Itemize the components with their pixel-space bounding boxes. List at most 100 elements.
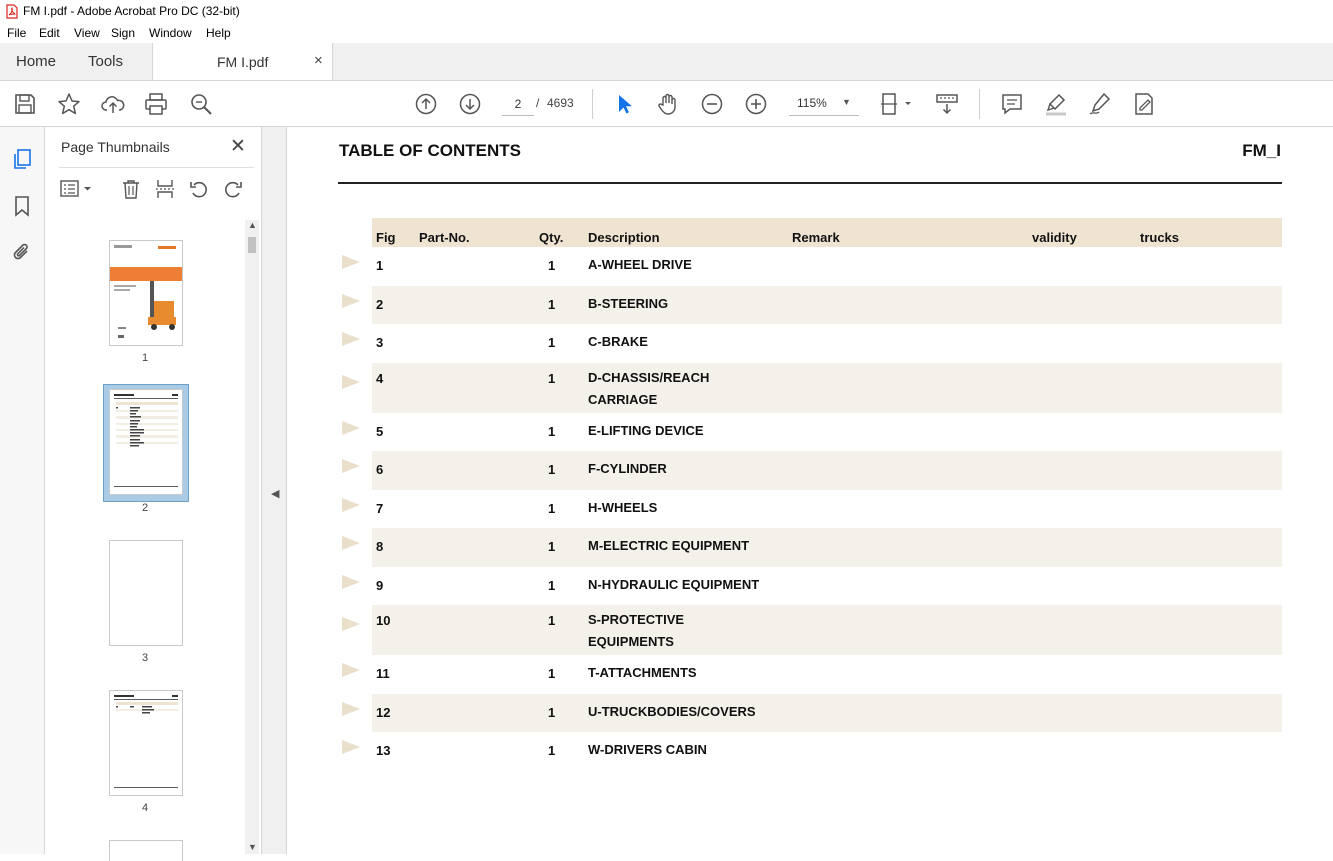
select-cursor-icon[interactable] bbox=[611, 91, 637, 117]
close-tab-icon[interactable]: × bbox=[314, 52, 323, 69]
rotate-right-icon[interactable] bbox=[222, 178, 244, 200]
delete-page-icon[interactable] bbox=[120, 178, 142, 200]
bookmarks-icon[interactable] bbox=[10, 194, 34, 218]
thumbnail-label: 1 bbox=[141, 352, 149, 364]
page-thumbnail-1[interactable] bbox=[109, 240, 183, 346]
menu-edit[interactable]: Edit bbox=[39, 26, 60, 40]
collapse-panel-icon[interactable]: ◀ bbox=[271, 487, 279, 500]
main-toolbar: / 4693 115% ▼ bbox=[0, 81, 1333, 127]
tab-tools[interactable]: Tools bbox=[88, 53, 123, 70]
row-description: D-CHASSIS/REACH CARRIAGE bbox=[588, 367, 788, 411]
toc-row[interactable]: 4 1 D-CHASSIS/REACH CARRIAGE bbox=[287, 362, 1333, 413]
print-icon[interactable] bbox=[143, 91, 169, 117]
row-link-arrow-icon[interactable] bbox=[342, 617, 360, 631]
toc-row[interactable]: 5 1 E-LIFTING DEVICE bbox=[287, 413, 1333, 452]
toc-row[interactable]: 3 1 C-BRAKE bbox=[287, 324, 1333, 363]
toc-row[interactable]: 7 1 H-WHEELS bbox=[287, 490, 1333, 529]
row-link-arrow-icon[interactable] bbox=[342, 701, 360, 716]
page-thumbnail-3[interactable] bbox=[109, 540, 183, 646]
scroll-up-icon[interactable]: ▲ bbox=[248, 220, 257, 230]
toc-row[interactable]: 11 1 T-ATTACHMENTS bbox=[287, 655, 1333, 694]
hand-tool-icon[interactable] bbox=[655, 91, 681, 117]
toc-row[interactable]: 6 1 F-CYLINDER bbox=[287, 451, 1333, 490]
close-panel-icon[interactable]: ✕ bbox=[230, 135, 246, 158]
toc-header-row: Fig Part-No. Qty. Description Remark val… bbox=[372, 218, 1282, 247]
row-link-arrow-icon[interactable] bbox=[342, 536, 360, 550]
zoom-out-icon[interactable] bbox=[699, 91, 725, 117]
column-header-qty: Qty. bbox=[539, 230, 564, 245]
next-page-icon[interactable] bbox=[457, 91, 483, 117]
insert-page-icon[interactable] bbox=[154, 178, 176, 200]
page-separator: / bbox=[536, 96, 540, 110]
row-qty: 1 bbox=[548, 704, 556, 720]
attachments-icon[interactable] bbox=[10, 240, 34, 264]
upload-cloud-icon[interactable] bbox=[100, 91, 126, 117]
toc-row[interactable]: 9 1 N-HYDRAULIC EQUIPMENT bbox=[287, 567, 1333, 606]
page-thumbnails-icon[interactable] bbox=[10, 147, 34, 171]
comment-icon[interactable] bbox=[999, 91, 1025, 117]
scroll-down-icon[interactable]: ▼ bbox=[248, 842, 257, 852]
row-description-line: B-STEERING bbox=[588, 295, 669, 311]
page-thumbnail-4[interactable] bbox=[109, 690, 183, 796]
highlighter-icon[interactable] bbox=[1043, 91, 1069, 117]
tab-home[interactable]: Home bbox=[16, 53, 56, 70]
toc-row[interactable]: 10 1 S-PROTECTIVE EQUIPMENTS bbox=[287, 605, 1333, 655]
save-icon[interactable] bbox=[12, 91, 38, 117]
previous-page-icon[interactable] bbox=[413, 91, 439, 117]
menu-sign[interactable]: Sign bbox=[111, 26, 135, 40]
thumbnails-scrollbar[interactable]: ▲ ▼ bbox=[245, 220, 259, 854]
row-link-arrow-icon[interactable] bbox=[342, 255, 360, 269]
draw-pen-icon[interactable] bbox=[1087, 91, 1113, 117]
page-thumbnail-5[interactable] bbox=[109, 840, 183, 861]
row-description: N-HYDRAULIC EQUIPMENT bbox=[588, 574, 788, 596]
row-link-arrow-icon[interactable] bbox=[342, 293, 360, 308]
row-qty: 1 bbox=[548, 370, 556, 386]
row-link-arrow-icon[interactable] bbox=[342, 740, 360, 754]
row-description-line: S-PROTECTIVE bbox=[588, 612, 685, 627]
column-header-remark: Remark bbox=[792, 230, 840, 245]
thumbnail-label: 4 bbox=[141, 802, 149, 814]
row-link-arrow-icon[interactable] bbox=[342, 663, 360, 677]
page-thumbnail-2[interactable] bbox=[109, 389, 183, 495]
tab-document[interactable]: FM I.pdf × bbox=[152, 43, 333, 80]
search-zoom-icon[interactable] bbox=[188, 91, 214, 117]
row-link-arrow-icon[interactable] bbox=[342, 497, 360, 512]
column-header-trucks: trucks bbox=[1140, 230, 1180, 245]
column-header-part-no: Part-No. bbox=[419, 230, 470, 245]
toc-row[interactable]: 2 1 B-STEERING bbox=[287, 285, 1333, 324]
row-link-arrow-icon[interactable] bbox=[342, 459, 360, 473]
scroll-mode-icon[interactable] bbox=[934, 91, 960, 117]
thumbnail-options-icon[interactable] bbox=[59, 178, 93, 200]
row-link-arrow-icon[interactable] bbox=[342, 374, 360, 389]
fill-sign-icon[interactable] bbox=[1131, 91, 1157, 117]
row-stripe bbox=[372, 605, 1282, 655]
row-fig: 6 bbox=[376, 462, 384, 477]
toc-row[interactable]: 8 1 M-ELECTRIC EQUIPMENT bbox=[287, 528, 1333, 567]
row-link-arrow-icon[interactable] bbox=[342, 420, 360, 435]
window-title: FM I.pdf - Adobe Acrobat Pro DC (32-bit) bbox=[23, 4, 240, 18]
row-link-arrow-icon[interactable] bbox=[342, 574, 360, 589]
toc-row[interactable]: 12 1 U-TRUCKBODIES/COVERS bbox=[287, 693, 1333, 732]
page-number-input[interactable] bbox=[502, 93, 534, 116]
rotate-left-icon[interactable] bbox=[188, 178, 210, 200]
toc-row[interactable]: 1 1 A-WHEEL DRIVE bbox=[287, 247, 1333, 286]
row-fig: 5 bbox=[376, 423, 384, 439]
row-link-arrow-icon[interactable] bbox=[342, 332, 360, 346]
toc-row[interactable]: 13 1 W-DRIVERS CABIN bbox=[287, 732, 1333, 771]
menu-file[interactable]: File bbox=[7, 26, 26, 40]
menu-view[interactable]: View bbox=[74, 26, 100, 40]
row-fig: 13 bbox=[376, 743, 391, 758]
menu-window[interactable]: Window bbox=[149, 26, 192, 40]
zoom-level-dropdown[interactable]: 115% ▼ bbox=[789, 93, 859, 116]
thumbnail-label: 3 bbox=[141, 652, 149, 664]
page-fit-icon[interactable] bbox=[878, 91, 914, 117]
row-description: F-CYLINDER bbox=[588, 458, 788, 480]
bookmark-star-icon[interactable] bbox=[56, 91, 82, 117]
menu-help[interactable]: Help bbox=[206, 26, 231, 40]
row-stripe bbox=[372, 693, 1282, 732]
panel-splitter[interactable]: ◀ bbox=[262, 127, 287, 854]
row-qty: 1 bbox=[548, 296, 556, 312]
scrollbar-thumb[interactable] bbox=[248, 237, 256, 253]
thumbnails-panel: Page Thumbnails ✕ 1 2 3 4 ▲ ▼ bbox=[45, 127, 262, 861]
zoom-in-icon[interactable] bbox=[743, 91, 769, 117]
